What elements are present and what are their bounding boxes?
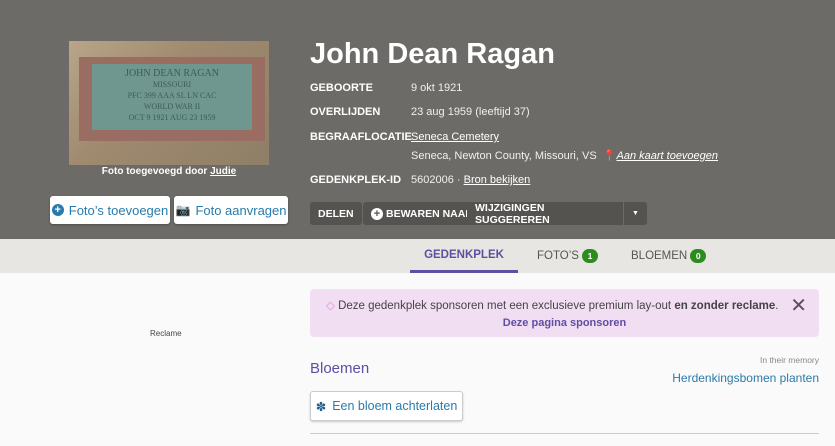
more-actions-dropdown[interactable]: ▼: [624, 202, 647, 225]
flower-icon: ✽: [315, 399, 327, 414]
share-button[interactable]: DELEN: [310, 202, 362, 225]
plate-line: PFC 399 AAA SL LN CAC: [127, 91, 217, 100]
request-photo-label: Foto aanvragen: [195, 202, 287, 218]
cemetery-link[interactable]: Seneca Cemetery: [411, 131, 499, 143]
death-label: OVERLIJDEN: [310, 106, 381, 118]
close-icon[interactable]: ✕: [790, 293, 807, 318]
id-value: 5602006 ·: [411, 174, 461, 186]
headstone-plate: JOHN DEAN RAGAN MISSOURI PFC 399 AAA SL …: [92, 64, 252, 130]
save-to-button[interactable]: + BEWAREN NAAR: [363, 202, 482, 225]
divider: [310, 433, 819, 434]
map-pin-icon: 📍: [602, 150, 617, 162]
tab-photos[interactable]: FOTO’S 1: [537, 239, 598, 273]
banner-bold-text: en zonder reclame: [674, 300, 776, 312]
tab-label: GEDENKPLEK: [424, 248, 504, 261]
banner-text: Deze gedenkplek sponsoren met een exclus…: [338, 300, 672, 312]
in-memory-label: In their memory: [759, 355, 819, 365]
photo-caption: Foto toegevoegd door Judie: [69, 166, 269, 177]
tab-bar: GEDENKPLEK FOTO’S 1 BLOEMEN 0: [0, 239, 835, 273]
plate-line: MISSOURI: [152, 80, 192, 89]
add-to-map-link[interactable]: Aan kaart toevoegen: [617, 150, 719, 162]
plate-line: JOHN DEAN RAGAN: [125, 68, 219, 79]
save-label: BEWAREN NAAR: [386, 207, 473, 220]
birth-label: GEBOORTE: [310, 82, 373, 94]
location-text: Seneca, Newton County, Missouri, VS: [411, 150, 597, 162]
request-photo-button[interactable]: 📷 Foto aanvragen: [174, 196, 288, 224]
tab-label: FOTO’S: [537, 250, 579, 262]
plate-line: OCT 9 1921 AUG 23 1959: [128, 113, 216, 122]
plus-circle-icon: +: [371, 207, 383, 220]
add-photos-label: Foto’s toevoegen: [68, 202, 169, 218]
camera-icon: 📷: [175, 203, 191, 217]
caret-down-icon: ▼: [632, 210, 639, 217]
caption-text: Foto toegevoegd door: [101, 166, 208, 177]
leave-flower-button[interactable]: ✽ Een bloem achterlaten: [310, 391, 463, 421]
diamond-icon: ◇: [326, 300, 335, 312]
photo-author-link[interactable]: Judie: [210, 166, 236, 177]
birth-value: 9 okt 1921: [411, 82, 463, 94]
flowers-count-badge: 0: [690, 249, 707, 263]
plate-line: WORLD WAR II: [143, 102, 201, 111]
ad-label: Reclame: [150, 329, 182, 338]
plus-circle-icon: +: [51, 204, 64, 216]
tab-label: BLOEMEN: [631, 250, 688, 262]
view-source-link[interactable]: Bron bekijken: [464, 174, 531, 186]
sponsor-page-link[interactable]: Deze pagina sponsoren: [310, 317, 819, 329]
burial-label: BEGRAAFLOCATIE: [310, 131, 412, 143]
suggest-label: WIJZIGINGEN SUGGEREREN: [475, 201, 550, 226]
death-value: 23 aug 1959 (leeftijd 37): [411, 106, 530, 118]
share-label: DELEN: [318, 207, 354, 220]
tab-flowers[interactable]: BLOEMEN 0: [631, 239, 707, 273]
person-name: John Dean Ragan: [310, 38, 555, 70]
suggest-edits-button[interactable]: WIJZIGINGEN SUGGEREREN: [467, 201, 624, 226]
tab-memorial[interactable]: GEDENKPLEK: [410, 239, 518, 273]
sponsor-banner: ◇ Deze gedenkplek sponsoren met een excl…: [310, 289, 819, 337]
banner-period: .: [775, 300, 779, 312]
leave-flower-label: Een bloem achterlaten: [332, 399, 458, 413]
id-label: GEDENKPLEK-ID: [310, 174, 402, 186]
plant-trees-link[interactable]: Herdenkingsbomen planten: [672, 371, 819, 385]
headstone-photo[interactable]: JOHN DEAN RAGAN MISSOURI PFC 399 AAA SL …: [69, 41, 269, 165]
memorial-header: JOHN DEAN RAGAN MISSOURI PFC 399 AAA SL …: [0, 0, 835, 239]
photos-count-badge: 1: [581, 249, 598, 263]
add-photos-button[interactable]: + Foto’s toevoegen: [50, 196, 170, 224]
flowers-heading: Bloemen: [310, 360, 370, 377]
